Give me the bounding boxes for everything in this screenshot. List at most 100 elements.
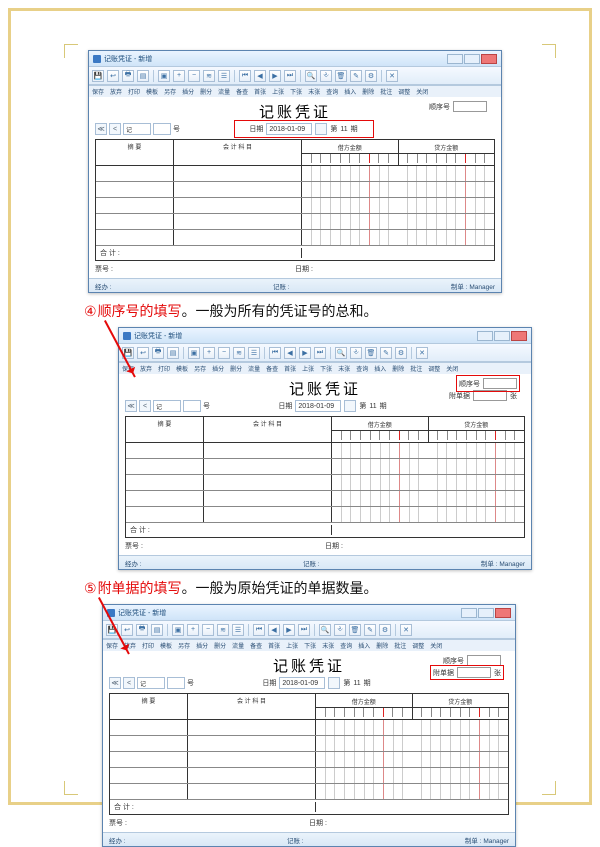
note-icon[interactable]: ✎ xyxy=(364,624,376,636)
delete-entry-icon[interactable]: − xyxy=(202,624,214,636)
next-icon[interactable]: ▶ xyxy=(269,70,281,82)
ref-icon[interactable]: ☰ xyxy=(232,624,244,636)
voucher-footer: 票号 : 日期 : xyxy=(95,261,495,274)
saveas-icon[interactable]: ▣ xyxy=(172,624,184,636)
delete-entry-icon[interactable]: − xyxy=(218,347,230,359)
template-icon[interactable]: ▤ xyxy=(151,624,163,636)
discard-icon[interactable]: ↩ xyxy=(107,70,119,82)
insert-icon[interactable]: ⎀ xyxy=(320,70,332,82)
table-row xyxy=(96,198,494,214)
insert-entry-icon[interactable]: + xyxy=(187,624,199,636)
voucher-number[interactable] xyxy=(153,123,171,135)
toolbar: 💾 ↩ 🖶 ▤ ▣ + − ≋ ☰ ⏮ ◀ ▶ ⏭ 🔍 ⎀ 🗑 ✎ xyxy=(89,67,501,85)
seqno-label: 顺序号 xyxy=(429,102,450,112)
ref-icon[interactable]: ☰ xyxy=(218,70,230,82)
attach-input[interactable] xyxy=(473,390,507,401)
close-button[interactable] xyxy=(481,54,497,64)
minimize-button[interactable] xyxy=(447,54,463,64)
entry-grid[interactable]: 摘 要 会 计 科 目 借方金额 贷方金额 合 计 : xyxy=(109,693,509,815)
print-icon[interactable]: 🖶 xyxy=(136,624,148,636)
note-icon[interactable]: ✎ xyxy=(380,347,392,359)
nav-prev[interactable]: < xyxy=(139,400,151,412)
close-button[interactable] xyxy=(495,608,511,618)
adjust-icon[interactable]: ⚙ xyxy=(379,624,391,636)
template-icon[interactable]: ▤ xyxy=(137,70,149,82)
table-row xyxy=(110,768,508,784)
minimize-button[interactable] xyxy=(477,331,493,341)
delete-icon[interactable]: 🗑 xyxy=(365,347,377,359)
saveas-icon[interactable]: ▣ xyxy=(188,347,200,359)
insert-icon[interactable]: ⎀ xyxy=(334,624,346,636)
voucher-body: 记账凭证 顺序号 ≪ < 记 号 xyxy=(89,97,501,278)
prev-icon[interactable]: ◀ xyxy=(254,70,266,82)
caption-4-rest: 。一般为所有的凭证号的总和。 xyxy=(182,301,378,321)
next-icon[interactable]: ▶ xyxy=(299,347,311,359)
search-icon[interactable]: 🔍 xyxy=(305,70,317,82)
nav-prev[interactable]: < xyxy=(109,123,121,135)
discard-icon[interactable]: ↩ xyxy=(121,624,133,636)
close-button[interactable] xyxy=(511,331,527,341)
entry-grid[interactable]: 摘 要 会 计 科 目 借方金额 贷方金额 xyxy=(95,139,495,261)
saveas-icon[interactable]: ▣ xyxy=(158,70,170,82)
insert-entry-icon[interactable]: + xyxy=(203,347,215,359)
next-icon[interactable]: ▶ xyxy=(283,624,295,636)
prev-icon[interactable]: ◀ xyxy=(284,347,296,359)
discard-icon[interactable]: ↩ xyxy=(137,347,149,359)
maximize-button[interactable] xyxy=(478,608,494,618)
nav-first[interactable]: ≪ xyxy=(109,677,121,689)
voucher-type[interactable]: 记 xyxy=(153,400,181,412)
print-icon[interactable]: 🖶 xyxy=(152,347,164,359)
prev-icon[interactable]: ◀ xyxy=(268,624,280,636)
exit-icon[interactable]: ✕ xyxy=(386,70,398,82)
minimize-button[interactable] xyxy=(461,608,477,618)
toolbar: 💾↩🖶▤▣+−≋☰⏮◀▶⏭🔍⎀🗑✎⚙✕ xyxy=(119,344,531,362)
date-input[interactable]: 2018-01-09 xyxy=(295,400,341,412)
delete-entry-icon[interactable]: − xyxy=(188,70,200,82)
exit-icon[interactable]: ✕ xyxy=(400,624,412,636)
calendar-button[interactable] xyxy=(315,123,327,135)
nav-first[interactable]: ≪ xyxy=(125,400,137,412)
delete-icon[interactable]: 🗑 xyxy=(349,624,361,636)
voucher-number[interactable] xyxy=(167,677,185,689)
first-icon[interactable]: ⏮ xyxy=(269,347,281,359)
search-icon[interactable]: 🔍 xyxy=(319,624,331,636)
last-icon[interactable]: ⏭ xyxy=(314,347,326,359)
seqno-input[interactable] xyxy=(467,655,501,666)
first-icon[interactable]: ⏮ xyxy=(253,624,265,636)
voucher-type[interactable]: 记 xyxy=(123,123,151,135)
nav-prev[interactable]: < xyxy=(123,677,135,689)
insert-icon[interactable]: ⎀ xyxy=(350,347,362,359)
delete-icon[interactable]: 🗑 xyxy=(335,70,347,82)
flow-icon[interactable]: ≋ xyxy=(233,347,245,359)
save-icon[interactable]: 💾 xyxy=(92,70,104,82)
exit-icon[interactable]: ✕ xyxy=(416,347,428,359)
last-icon[interactable]: ⏭ xyxy=(284,70,296,82)
seqno-input[interactable] xyxy=(483,378,517,389)
maximize-button[interactable] xyxy=(464,54,480,64)
last-icon[interactable]: ⏭ xyxy=(298,624,310,636)
entry-grid[interactable]: 摘 要 会 计 科 目 借方金额 贷方金额 合 计 : xyxy=(125,416,525,538)
nav-first[interactable]: ≪ xyxy=(95,123,107,135)
adjust-icon[interactable]: ⚙ xyxy=(365,70,377,82)
flow-icon[interactable]: ≋ xyxy=(203,70,215,82)
note-icon[interactable]: ✎ xyxy=(350,70,362,82)
maximize-button[interactable] xyxy=(494,331,510,341)
print-icon[interactable]: 🖶 xyxy=(122,70,134,82)
ref-icon[interactable]: ☰ xyxy=(248,347,260,359)
date-input[interactable]: 2018-01-09 xyxy=(279,677,325,689)
calendar-button[interactable] xyxy=(344,400,356,412)
search-icon[interactable]: 🔍 xyxy=(335,347,347,359)
seqno-input[interactable] xyxy=(453,101,487,112)
adjust-icon[interactable]: ⚙ xyxy=(395,347,407,359)
date-input[interactable]: 2018-01-09 xyxy=(266,123,312,135)
voucher-number[interactable] xyxy=(183,400,201,412)
voucher-type[interactable]: 记 xyxy=(137,677,165,689)
total-row: 合 计 : xyxy=(96,246,494,260)
insert-entry-icon[interactable]: + xyxy=(173,70,185,82)
template-icon[interactable]: ▤ xyxy=(167,347,179,359)
footer-date: 日期 : xyxy=(295,264,313,274)
calendar-button[interactable] xyxy=(328,677,340,689)
first-icon[interactable]: ⏮ xyxy=(239,70,251,82)
flow-icon[interactable]: ≋ xyxy=(217,624,229,636)
attach-input[interactable] xyxy=(457,667,491,678)
